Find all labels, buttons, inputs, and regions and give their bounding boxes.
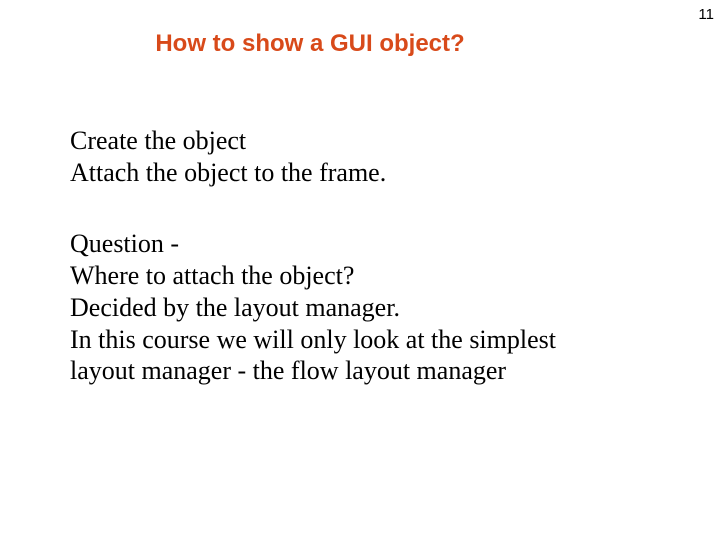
content-block-1: Create the object Attach the object to t… [70, 125, 670, 188]
text-line: Where to attach the object? [70, 260, 670, 292]
text-line: Decided by the layout manager. [70, 292, 670, 324]
text-line: Question - [70, 228, 670, 260]
page-number: 11 [698, 6, 714, 23]
text-line: Attach the object to the frame. [70, 157, 670, 189]
text-line: Create the object [70, 125, 670, 157]
slide-title-wrapper: How to show a GUI object? [0, 30, 720, 58]
text-line: In this course we will only look at the … [70, 324, 670, 356]
text-line: layout manager - the flow layout manager [70, 355, 670, 387]
content-block-2: Question - Where to attach the object? D… [70, 228, 670, 387]
slide-title: How to show a GUI object? [155, 30, 464, 58]
slide-content: Create the object Attach the object to t… [70, 125, 670, 387]
